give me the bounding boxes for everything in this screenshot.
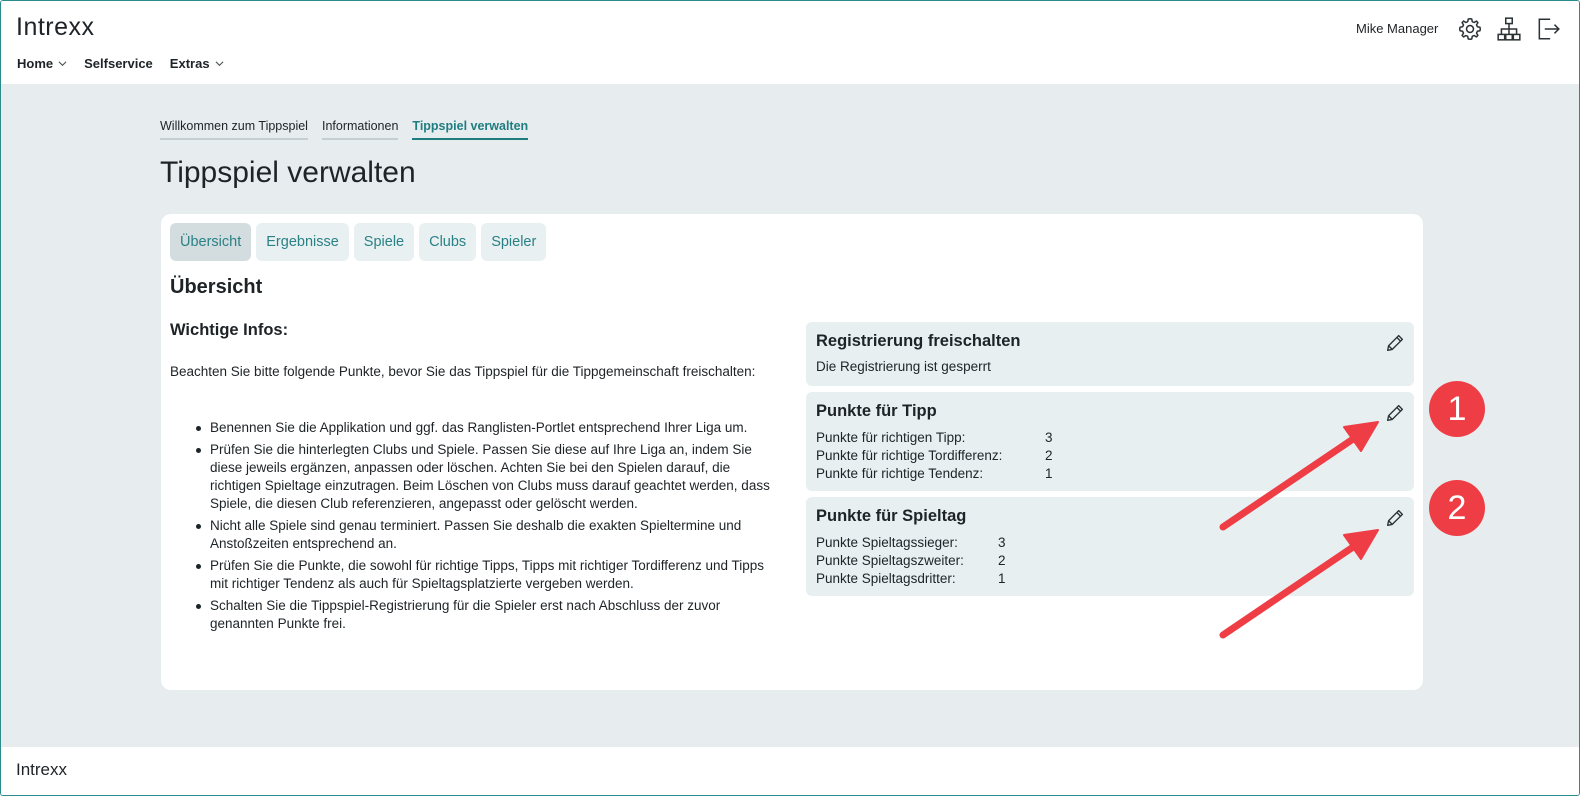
logout-icon[interactable]: [1535, 16, 1561, 42]
info-intro: Beachten Sie bitte folgende Punkte, bevo…: [170, 364, 756, 379]
footer-logo: Intrexx: [16, 760, 68, 779]
matchday-points-row: Punkte Spieltagsdritter: 1: [816, 570, 1006, 588]
nav-selfservice-label: Selfservice: [84, 56, 153, 71]
user-name[interactable]: Mike Manager: [1356, 21, 1438, 36]
matchday-points-value: 1: [998, 571, 1006, 586]
crumb-information[interactable]: Informationen: [321, 119, 399, 140]
list-item: Prüfen Sie die Punkte, die sowohl für ri…: [193, 557, 778, 593]
tip-points-row: Punkte für richtigen Tipp: 3: [816, 429, 1053, 447]
matchday-points-label: Punkte Spieltagssieger:: [816, 535, 958, 550]
nav-extras-label: Extras: [169, 56, 210, 71]
matchday-points-value: 2: [998, 553, 1006, 568]
matchday-points-row: Punkte Spieltagssieger: 3: [816, 534, 1006, 552]
list-item: Benennen Sie die Applikation und ggf. da…: [193, 419, 778, 437]
matchday-points-label: Punkte Spieltagszweiter:: [816, 553, 964, 568]
crumb-welcome[interactable]: Willkommen zum Tippspiel: [160, 119, 308, 140]
matchday-points-row: Punkte Spieltagszweiter: 2: [816, 552, 1006, 570]
tip-points-row: Punkte für richtige Tendenz: 1: [816, 465, 1053, 483]
tip-points-label: Punkte für richtige Tendenz:: [816, 466, 984, 481]
info-list: Benennen Sie die Applikation und ggf. da…: [193, 419, 778, 637]
edit-matchday-points-pencil-icon[interactable]: [1384, 507, 1406, 529]
list-item: Schalten Sie die Tippspiel-Registrierung…: [193, 597, 778, 633]
edit-registration-pencil-icon[interactable]: [1384, 332, 1406, 354]
breadcrumb: Willkommen zum Tippspiel Informationen T…: [160, 119, 542, 140]
tip-points-label: Punkte für richtigen Tipp:: [816, 430, 966, 445]
tab-results[interactable]: Ergebnisse: [256, 223, 349, 261]
tab-overview[interactable]: Übersicht: [170, 223, 252, 261]
nav-home-label: Home: [17, 56, 54, 71]
nav-extras[interactable]: Extras: [170, 56, 224, 71]
overview-card: Übersicht Ergebnisse Spiele Clubs Spiele…: [161, 214, 1423, 690]
edit-tip-points-pencil-icon[interactable]: [1384, 402, 1406, 424]
main-nav: Home Selfservice Extras: [17, 56, 241, 71]
tip-points-panel: Punkte für Tipp Punkte für richtigen Tip…: [806, 392, 1414, 491]
tip-points-row: Punkte für richtige Tordifferenz: 2: [816, 447, 1053, 465]
tip-points-value: 3: [1045, 430, 1053, 445]
intrexx-logo[interactable]: Intrexx: [16, 13, 95, 42]
matchday-points-title: Punkte für Spieltag: [816, 507, 967, 525]
annotation-badge-1: 1: [1429, 381, 1485, 437]
sitemap-icon[interactable]: [1496, 16, 1522, 42]
registration-title: Registrierung freischalten: [816, 332, 1021, 350]
tab-clubs[interactable]: Clubs: [419, 223, 477, 261]
tab-games[interactable]: Spiele: [353, 223, 415, 261]
matchday-points-list: Punkte Spieltagssieger: 3 Punkte Spielta…: [816, 534, 1006, 588]
chevron-down-icon: [215, 61, 224, 67]
tab-bar: Übersicht Ergebnisse Spiele Clubs Spiele…: [170, 223, 551, 261]
gear-icon[interactable]: [1457, 16, 1483, 42]
header: Intrexx Home Selfservice Extras Mike Man…: [1, 1, 1579, 84]
app-window: Intrexx Home Selfservice Extras Mike Man…: [0, 0, 1580, 796]
nav-selfservice[interactable]: Selfservice: [84, 56, 153, 71]
tip-points-label: Punkte für richtige Tordifferenz:: [816, 448, 1003, 463]
registration-status: Die Registrierung ist gesperrt: [816, 359, 991, 374]
matchday-points-panel: Punkte für Spieltag Punkte Spieltagssieg…: [806, 497, 1414, 596]
nav-home[interactable]: Home: [17, 56, 67, 71]
registration-panel: Registrierung freischalten Die Registrie…: [806, 322, 1414, 386]
list-item: Nicht alle Spiele sind genau terminiert.…: [193, 517, 778, 553]
list-item: Prüfen Sie die hinterlegten Clubs und Sp…: [193, 441, 778, 513]
tip-points-title: Punkte für Tipp: [816, 402, 937, 420]
crumb-manage[interactable]: Tippspiel verwalten: [412, 119, 529, 140]
section-title: Übersicht: [170, 276, 263, 298]
tip-points-value: 2: [1045, 448, 1053, 463]
chevron-down-icon: [58, 61, 67, 67]
matchday-points-value: 3: [998, 535, 1006, 550]
footer: Intrexx: [1, 747, 1579, 795]
page-title: Tippspiel verwalten: [160, 156, 416, 189]
matchday-points-label: Punkte Spieltagsdritter:: [816, 571, 956, 586]
tip-points-list: Punkte für richtigen Tipp: 3 Punkte für …: [816, 429, 1053, 483]
tab-players[interactable]: Spieler: [481, 223, 547, 261]
info-title: Wichtige Infos:: [170, 321, 289, 339]
annotation-badge-2: 2: [1429, 480, 1485, 536]
tip-points-value: 1: [1045, 466, 1053, 481]
